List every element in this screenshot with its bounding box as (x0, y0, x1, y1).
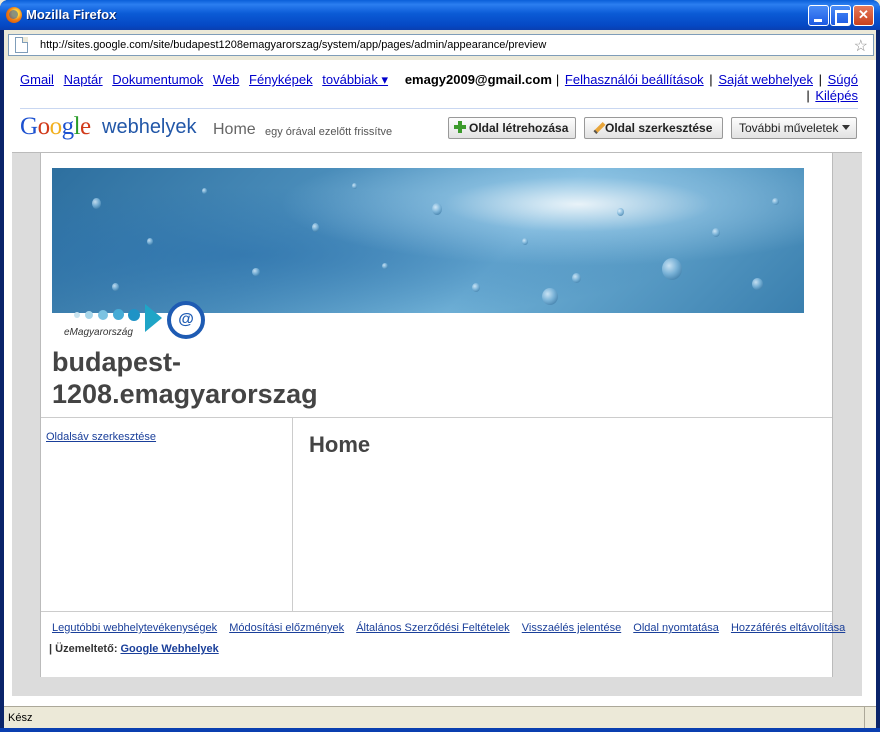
logo-text: eMagyarország (64, 327, 133, 338)
plus-icon (454, 121, 466, 133)
terms-link[interactable]: Általános Szerződési Feltételek (356, 622, 509, 634)
url-input[interactable]: http://sites.google.com/site/budapest120… (8, 34, 874, 56)
url-text: http://sites.google.com/site/budapest120… (40, 39, 547, 51)
pencil-icon (590, 121, 604, 135)
raindrops-image (52, 168, 804, 313)
report-abuse-link[interactable]: Visszaélés jelentése (522, 622, 621, 634)
create-page-button[interactable]: Oldal létrehozása (448, 117, 576, 139)
user-settings-link[interactable]: Felhasználói beállítások (565, 72, 704, 87)
preview-frame: @ eMagyarország budapest-1208.emagyarors… (12, 152, 862, 696)
page-viewport: Gmail Naptár Dokumentumok Web Fényképek … (4, 60, 876, 706)
account-email: emagy2009@gmail.com (404, 72, 552, 87)
title-bar: Mozilla Firefox ✕ (0, 0, 880, 30)
footer-links: Legutóbbi webhelytevékenységek Módosítás… (52, 622, 854, 634)
create-page-label: Oldal létrehozása (469, 121, 569, 135)
calendar-link[interactable]: Naptár (64, 72, 103, 87)
account-links: emagy2009@gmail.com | Felhasználói beállí… (399, 72, 858, 88)
photos-link[interactable]: Fényképek (249, 72, 313, 87)
minimize-button[interactable] (808, 5, 829, 26)
resize-grip[interactable] (864, 707, 876, 728)
more-actions-label: További műveletek (739, 121, 839, 135)
logout-link[interactable]: Kilépés (815, 88, 858, 103)
sidebar-divider (292, 418, 293, 611)
more-link[interactable]: továbbiak ▾ (322, 72, 388, 87)
arrow-icon (145, 304, 162, 332)
edit-sidebar-link[interactable]: Oldalsáv szerkesztése (46, 431, 156, 443)
last-updated: egy órával ezelőtt frissítve (265, 126, 393, 138)
web-link[interactable]: Web (213, 72, 240, 87)
edit-page-button[interactable]: Oldal szerkesztése (584, 117, 723, 139)
emagyarorszag-logo: @ eMagyarország (52, 298, 217, 342)
page-icon (15, 37, 28, 53)
current-page-name: Home (213, 121, 256, 138)
print-page-link[interactable]: Oldal nyomtatása (633, 622, 719, 634)
chevron-down-icon (842, 125, 851, 130)
google-sites-link[interactable]: Google Webhelyek (120, 643, 218, 655)
site-page: @ eMagyarország budapest-1208.emagyarors… (40, 153, 845, 677)
logout-row: | Kilépés (804, 88, 858, 104)
google-bar: Gmail Naptár Dokumentumok Web Fényképek … (20, 72, 858, 103)
revision-history-link[interactable]: Módosítási előzmények (229, 622, 344, 634)
documents-link[interactable]: Dokumentumok (112, 72, 203, 87)
separator: | (709, 72, 713, 87)
separator: | (555, 72, 560, 87)
status-text: Kész (8, 712, 33, 724)
site-title[interactable]: budapest-1208.emagyarorszag (52, 346, 412, 410)
close-button[interactable]: ✕ (853, 5, 874, 26)
gmail-link[interactable]: Gmail (20, 72, 54, 87)
at-sign-icon: @ (167, 301, 205, 339)
window-border (0, 728, 880, 732)
more-actions-button[interactable]: További műveletek (731, 117, 857, 139)
address-bar: http://sites.google.com/site/budapest120… (4, 30, 876, 60)
browser-window: Mozilla Firefox ✕ http://sites.google.co… (0, 0, 880, 732)
maximize-button[interactable] (830, 5, 851, 26)
window-title: Mozilla Firefox (26, 7, 117, 22)
operator-line: | Üzemeltető: Google Webhelyek (49, 643, 219, 655)
content-divider (41, 417, 832, 418)
help-link[interactable]: Súgó (828, 72, 858, 87)
google-logo[interactable]: Google (20, 113, 91, 141)
page-heading: Home (309, 432, 371, 457)
firefox-icon (6, 7, 22, 23)
separator: | (818, 72, 822, 87)
remove-access-link[interactable]: Hozzáférés eltávolítása (731, 622, 845, 634)
operator-label: | Üzemeltető: (49, 643, 118, 655)
bookmark-star-icon[interactable]: ☆ (854, 36, 868, 56)
my-sites-link[interactable]: Saját webhelyek (718, 72, 813, 87)
recent-activity-link[interactable]: Legutóbbi webhelytevékenységek (52, 622, 217, 634)
sites-logo-text[interactable]: webhelyek (102, 116, 197, 139)
header-banner-image (52, 168, 804, 313)
edit-page-label: Oldal szerkesztése (605, 121, 713, 135)
separator: | (806, 88, 810, 103)
header-divider (20, 108, 858, 109)
footer-divider (41, 611, 832, 612)
status-bar: Kész (4, 706, 876, 728)
